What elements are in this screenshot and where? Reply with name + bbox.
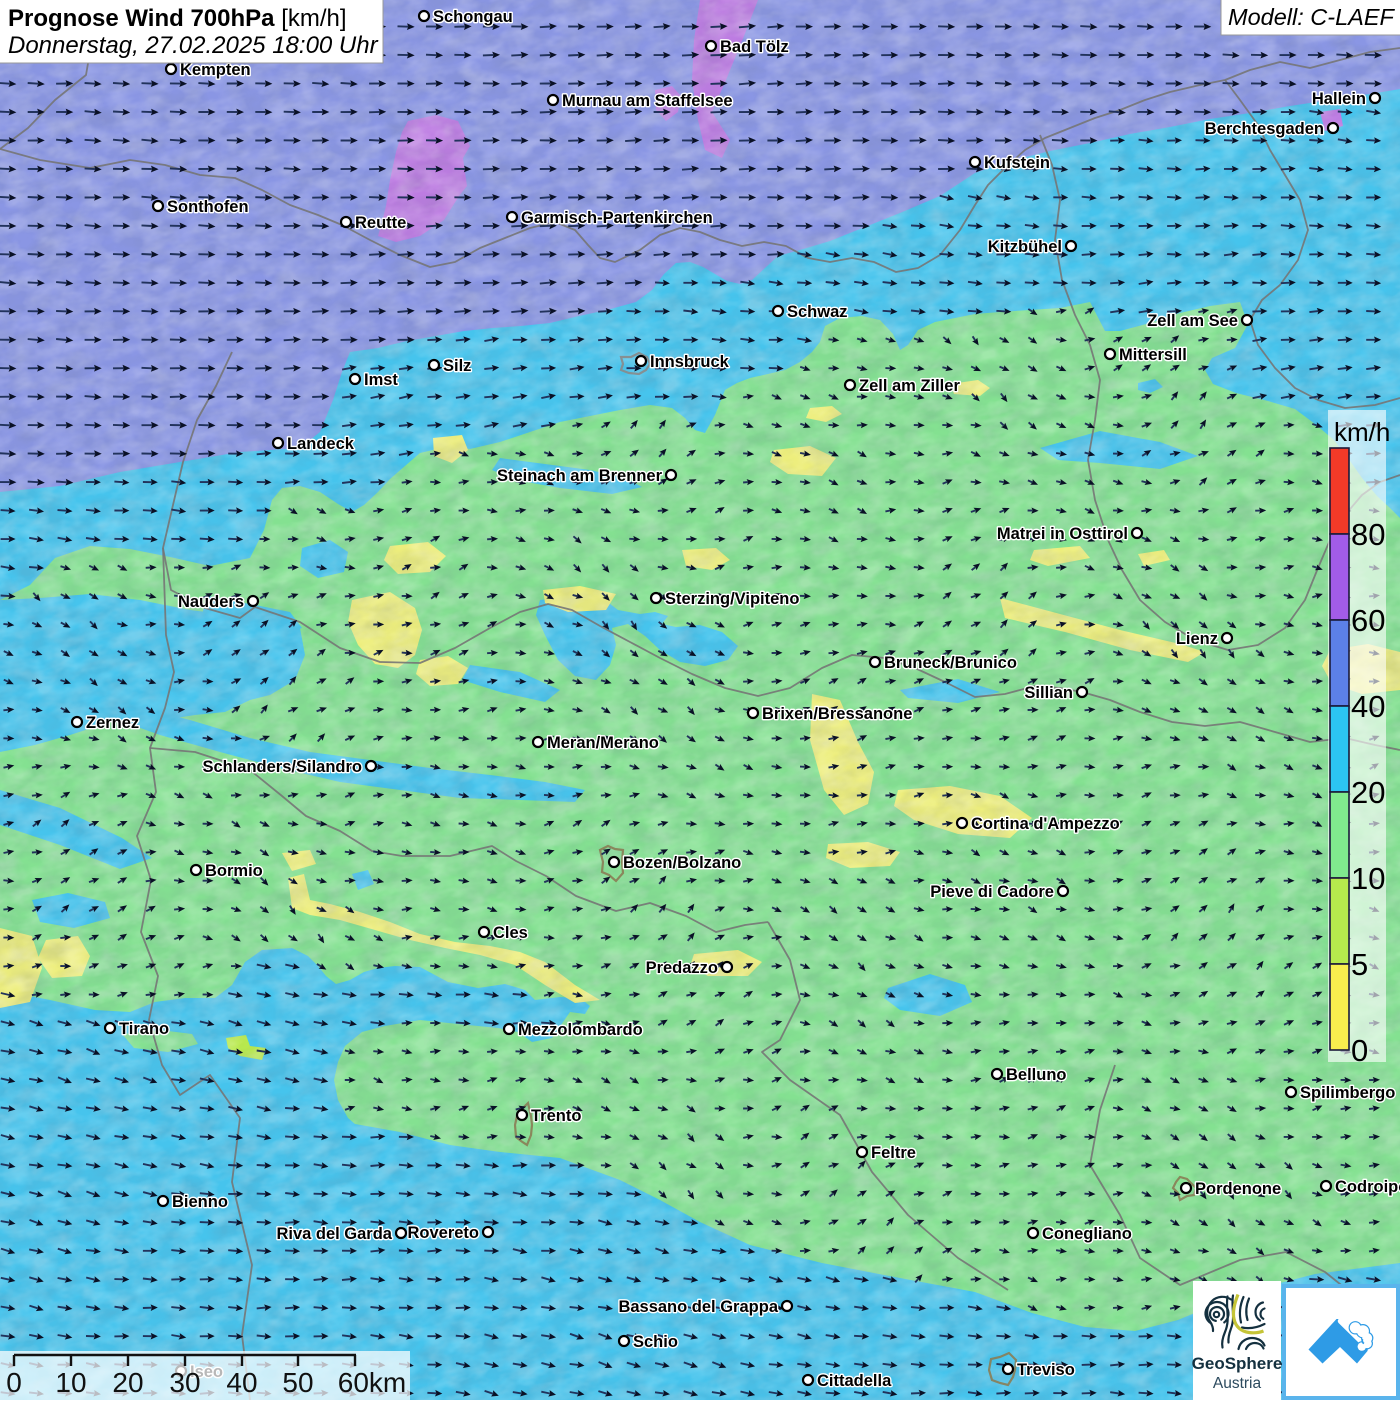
svg-text:Feltre: Feltre — [871, 1144, 916, 1162]
svg-text:Zell am See: Zell am See — [1147, 312, 1238, 330]
svg-text:Modell: C-LAEF: Modell: C-LAEF — [1228, 4, 1395, 30]
svg-text:20: 20 — [1351, 775, 1385, 810]
svg-text:Treviso: Treviso — [1017, 1361, 1075, 1379]
svg-text:Schongau: Schongau — [433, 8, 513, 26]
svg-text:Murnau am Staffelsee: Murnau am Staffelsee — [562, 92, 733, 110]
svg-text:Steinach am Brenner: Steinach am Brenner — [497, 467, 663, 485]
svg-text:Riva del Garda: Riva del Garda — [276, 1225, 392, 1243]
svg-text:Landeck: Landeck — [287, 435, 355, 453]
svg-text:10: 10 — [55, 1367, 86, 1398]
svg-text:30: 30 — [169, 1367, 200, 1398]
svg-text:Brixen/Bressanone: Brixen/Bressanone — [762, 705, 912, 723]
svg-text:Meran/Merano: Meran/Merano — [547, 734, 659, 752]
svg-text:20: 20 — [112, 1367, 143, 1398]
svg-text:Prognose Wind 700hPa [km/h]: Prognose Wind 700hPa [km/h] — [8, 5, 347, 32]
svg-text:Pieve di Cadore: Pieve di Cadore — [930, 883, 1054, 901]
svg-text:Cittadella: Cittadella — [817, 1372, 892, 1390]
svg-text:Kufstein: Kufstein — [984, 154, 1050, 172]
svg-text:Bozen/Bolzano: Bozen/Bolzano — [623, 854, 741, 872]
svg-text:60km: 60km — [338, 1367, 406, 1398]
svg-text:Donnerstag, 27.02.2025 18:00 U: Donnerstag, 27.02.2025 18:00 Uhr — [8, 32, 379, 59]
svg-text:Reutte: Reutte — [355, 214, 406, 232]
svg-text:Matrei in Osttirol: Matrei in Osttirol — [997, 525, 1128, 543]
svg-text:Lienz: Lienz — [1176, 630, 1218, 648]
svg-text:Mittersill: Mittersill — [1119, 346, 1187, 364]
svg-text:Nauders: Nauders — [178, 593, 244, 611]
svg-text:Bassano del Grappa: Bassano del Grappa — [618, 1298, 778, 1316]
svg-text:Berchtesgaden: Berchtesgaden — [1205, 120, 1324, 138]
svg-text:Sillian: Sillian — [1024, 684, 1073, 702]
svg-text:Silz: Silz — [443, 357, 471, 375]
svg-text:0: 0 — [1351, 1033, 1368, 1068]
svg-text:Zernez: Zernez — [86, 714, 139, 732]
svg-text:Belluno: Belluno — [1006, 1066, 1067, 1084]
svg-text:5: 5 — [1351, 947, 1368, 982]
svg-text:Sonthofen: Sonthofen — [167, 198, 249, 216]
svg-text:Tirano: Tirano — [119, 1020, 169, 1038]
svg-text:Schio: Schio — [633, 1333, 678, 1351]
svg-text:40: 40 — [1351, 689, 1385, 724]
svg-text:50: 50 — [282, 1367, 313, 1398]
svg-text:Schwaz: Schwaz — [787, 303, 848, 321]
svg-text:km/h: km/h — [1334, 417, 1390, 447]
svg-text:Codroipo: Codroipo — [1335, 1178, 1400, 1196]
svg-text:40: 40 — [226, 1367, 257, 1398]
svg-text:Conegliano: Conegliano — [1042, 1225, 1132, 1243]
svg-text:Hallein: Hallein — [1312, 90, 1366, 108]
svg-text:80: 80 — [1351, 517, 1385, 552]
svg-text:Cles: Cles — [493, 924, 528, 942]
svg-text:10: 10 — [1351, 861, 1385, 896]
svg-text:Bruneck/Brunico: Bruneck/Brunico — [884, 654, 1017, 672]
svg-text:Sterzing/Vipiteno: Sterzing/Vipiteno — [665, 590, 799, 608]
svg-text:0: 0 — [6, 1367, 22, 1398]
svg-text:Garmisch-Partenkirchen: Garmisch-Partenkirchen — [521, 209, 713, 227]
svg-text:GeoSphere: GeoSphere — [1192, 1354, 1283, 1373]
svg-text:Cortina d'Ampezzo: Cortina d'Ampezzo — [971, 815, 1120, 833]
svg-text:Kempten: Kempten — [180, 61, 251, 79]
svg-text:Innsbruck: Innsbruck — [650, 353, 730, 371]
svg-text:Zell am Ziller: Zell am Ziller — [859, 377, 960, 395]
svg-text:Pordenone: Pordenone — [1195, 1180, 1281, 1198]
svg-text:Bienno: Bienno — [172, 1193, 228, 1211]
svg-text:Austria: Austria — [1213, 1375, 1262, 1392]
svg-text:60: 60 — [1351, 603, 1385, 638]
svg-text:Trento: Trento — [531, 1107, 581, 1125]
svg-text:Schlanders/Silandro: Schlanders/Silandro — [202, 758, 362, 776]
svg-text:Bormio: Bormio — [205, 862, 263, 880]
svg-text:Predazzo: Predazzo — [646, 959, 718, 977]
svg-text:Kitzbühel: Kitzbühel — [988, 238, 1062, 256]
svg-text:Mezzolombardo: Mezzolombardo — [518, 1021, 643, 1039]
svg-text:Spilimbergo: Spilimbergo — [1300, 1084, 1395, 1102]
svg-text:Imst: Imst — [364, 371, 398, 389]
svg-text:Bad Tölz: Bad Tölz — [720, 38, 789, 56]
svg-text:Rovereto: Rovereto — [407, 1224, 479, 1242]
